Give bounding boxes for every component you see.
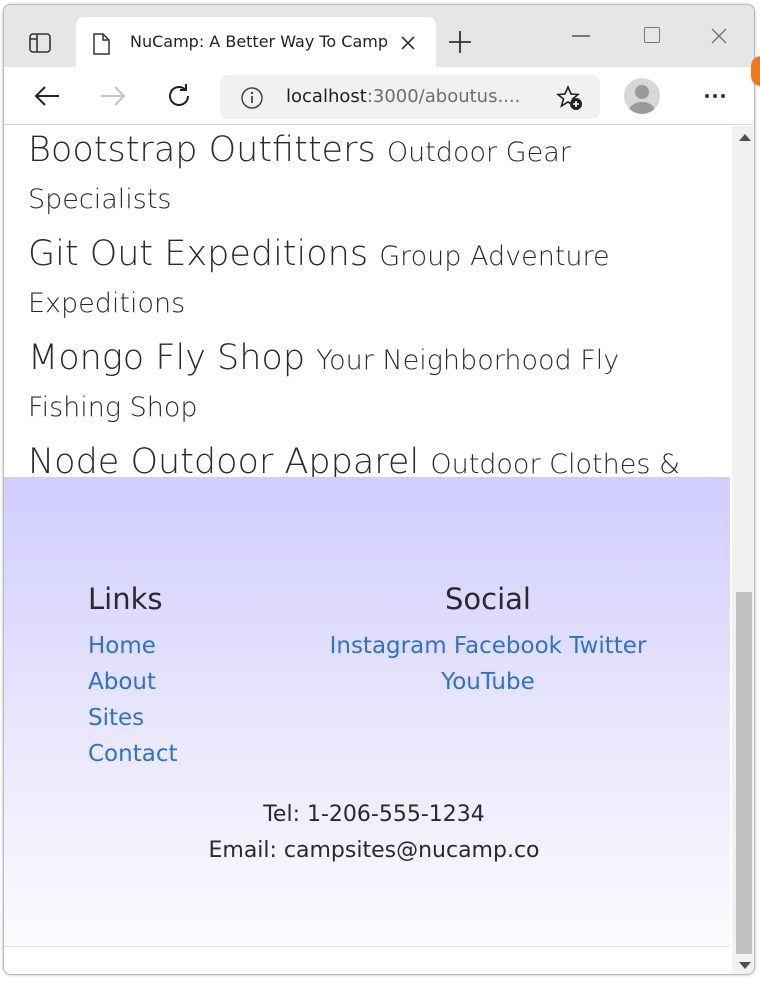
footer-link-about[interactable]: About	[88, 669, 156, 695]
scroll-down-arrow-icon[interactable]	[739, 962, 751, 969]
footer-link-home[interactable]: Home	[88, 633, 156, 659]
forward-arrow-icon	[101, 86, 126, 106]
contact-email: Email: campsites@nucamp.co	[208, 838, 540, 863]
tab-title: NuCamp: A Better Way To Camp	[130, 32, 389, 51]
footer-social-column: Social Instagram Facebook Twitter YouTub…	[322, 580, 654, 700]
partner-item: Bootstrap Outfitters Outdoor Gear Specia…	[28, 128, 718, 222]
profile-avatar[interactable]	[624, 78, 660, 114]
partner-name: Bootstrap Outfitters	[28, 130, 376, 170]
footer-link-contact[interactable]: Contact	[88, 741, 177, 767]
page-icon	[93, 33, 110, 55]
list-item: Home	[88, 628, 177, 664]
close-tab-icon[interactable]	[398, 33, 418, 53]
add-favorite-icon[interactable]	[556, 85, 584, 111]
forward-button[interactable]	[98, 81, 128, 111]
social-link-youtube[interactable]: YouTube	[441, 669, 535, 695]
site-info-icon[interactable]	[240, 86, 264, 110]
ellipsis-icon	[705, 94, 725, 98]
tab-strip: NuCamp: A Better Way To Camp	[4, 5, 754, 67]
active-tab[interactable]: NuCamp: A Better Way To Camp	[76, 17, 436, 67]
tab-actions-icon	[29, 33, 51, 53]
minimize-button[interactable]	[572, 35, 590, 37]
social-link-twitter[interactable]: Twitter	[569, 633, 646, 659]
url-path: :3000/aboutus....	[366, 86, 521, 107]
scroll-up-arrow-icon[interactable]	[739, 134, 751, 141]
partner-item: Git Out Expeditions Group Adventure Expe…	[28, 232, 718, 326]
tab-actions-button[interactable]	[24, 27, 56, 59]
back-arrow-icon	[34, 86, 59, 106]
footer-contact: Tel: 1-206-555-1234 Email: campsites@nuc…	[4, 797, 730, 869]
footer-links-list: Home About Sites Contact	[88, 628, 177, 772]
site-footer: Links Home About Sites Contact Social In…	[4, 477, 730, 947]
url-text: localhost:3000/aboutus....	[286, 86, 520, 107]
vertical-scrollbar[interactable]	[732, 126, 754, 974]
social-link-facebook[interactable]: Facebook	[454, 633, 562, 659]
maximize-button[interactable]	[644, 27, 660, 43]
more-options-button[interactable]	[700, 81, 730, 111]
social-links: Instagram Facebook Twitter YouTube	[322, 628, 654, 700]
contact-phone: Tel: 1-206-555-1234	[263, 802, 485, 827]
new-tab-icon[interactable]	[447, 29, 473, 55]
page-viewport: Bootstrap Outfitters Outdoor Gear Specia…	[4, 126, 730, 974]
links-heading: Links	[88, 582, 163, 616]
social-heading: Social	[445, 582, 531, 616]
footer-link-sites[interactable]: Sites	[88, 705, 144, 731]
partner-name: Mongo Fly Shop	[28, 338, 306, 378]
window-close-icon[interactable]	[710, 27, 728, 45]
footer-links-column: Links Home About Sites Contact	[88, 580, 177, 772]
back-button[interactable]	[32, 81, 62, 111]
browser-window: NuCamp: A Better Way To Camp localhost:3…	[3, 4, 755, 975]
social-link-instagram[interactable]: Instagram	[330, 633, 447, 659]
list-item: About	[88, 664, 177, 700]
partner-name: Git Out Expeditions	[28, 234, 369, 274]
url-host: localhost	[286, 86, 367, 107]
browser-toolbar: localhost:3000/aboutus....	[4, 67, 754, 125]
partner-name: Node Outdoor Apparel	[28, 442, 420, 482]
list-item: Sites	[88, 700, 177, 736]
refresh-icon	[169, 84, 189, 106]
address-bar[interactable]: localhost:3000/aboutus....	[220, 75, 600, 119]
user-icon	[629, 85, 655, 114]
list-item: Contact	[88, 736, 177, 772]
edge-notification-badge	[751, 56, 760, 86]
scrollbar-thumb[interactable]	[736, 592, 752, 954]
partner-item: Mongo Fly Shop Your Neighborhood Fly Fis…	[28, 336, 718, 430]
refresh-button[interactable]	[164, 81, 194, 111]
